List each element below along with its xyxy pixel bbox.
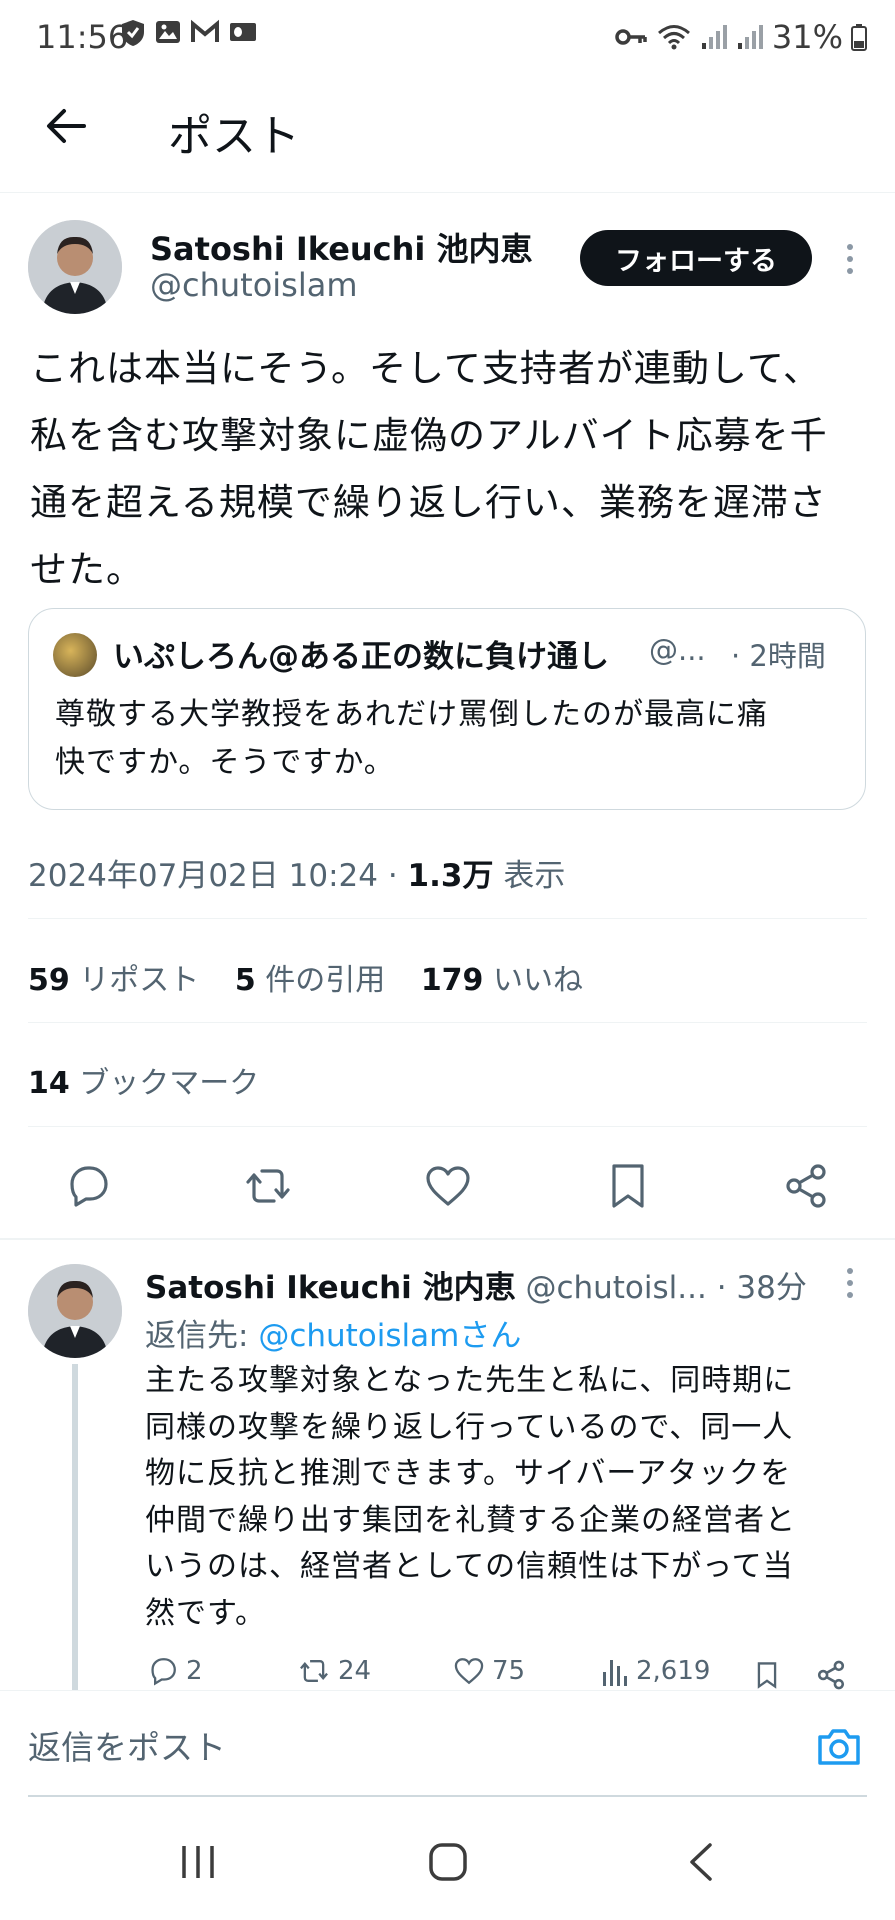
reply-author-name[interactable]: Satoshi Ikeuchi 池内恵 [145,1270,516,1306]
quoted-text-line: 尊敬する大学教授をあれだけ罵倒したのが最高に痛 [55,697,768,732]
system-nav-bar [0,1800,895,1920]
reply-views-button[interactable]: 2,619 [600,1654,710,1688]
post-text: これは本当にそう。そして支持者が連動して、 私を含む攻撃対象に虚偽のアルバイト応… [30,335,870,603]
quoted-post-card[interactable]: いぷしろん@ある正の数に負け通し @... · 2時間 尊敬する大学教授をあれだ… [28,608,866,810]
recent-apps-icon[interactable] [178,1844,218,1880]
reply-reposts-count: 24 [338,1656,372,1686]
bookmark-icon[interactable] [602,1160,654,1212]
reply-text-line: いうのは、経営者としての信頼性は下がって当 [145,1549,794,1584]
gmail-icon [191,19,219,42]
thread-line [72,1364,78,1690]
reply-text-line: 物に反抗と推測できます。サイバーアタックを [145,1456,792,1491]
avatar[interactable] [28,220,122,314]
reply-avatar[interactable] [28,1264,122,1358]
bookmarks-stat[interactable]: 14 ブックマーク [28,1058,259,1102]
outlook-icon [230,23,256,41]
reply-text-line: 同様の攻撃を繰り返し行っているので、同一人 [145,1409,794,1445]
quoted-time: · 2時間 [731,639,826,673]
share-icon[interactable] [780,1160,832,1212]
camera-icon[interactable] [816,1727,862,1767]
nav-back-icon[interactable] [686,1842,716,1882]
quotes-stat[interactable]: 5 件の引用 [235,963,385,998]
views-label: 表示 [503,858,566,894]
follow-button[interactable]: フォローする [580,230,812,286]
stats-divider [28,1022,867,1023]
post-text-line: せた。 [30,548,144,591]
quoted-avatar [53,633,97,677]
likes-label: いいね [492,963,583,998]
reply-more-icon[interactable] [845,1268,855,1298]
repost-icon[interactable] [242,1160,294,1212]
engagement-stats: 59 リポスト 5 件の引用 179 いいね [28,955,583,999]
status-system-icons: 31% [614,18,867,56]
bookmarks-count: 14 [28,1066,70,1101]
reply-time: · 38分 [716,1270,807,1306]
home-icon[interactable] [428,1842,468,1882]
header-divider [0,192,895,193]
replying-to-link[interactable]: @chutoislamさん [258,1318,521,1354]
wifi-icon [657,25,690,50]
quoted-text: 尊敬する大学教授をあれだけ罵倒したのが最高に痛 快ですか。そうですか。 [55,691,768,787]
back-arrow-icon[interactable] [44,106,88,146]
likes-stat[interactable]: 179 いいね [421,963,583,998]
signal-icon [701,25,727,49]
post-text-line: 私を含む攻撃対象に虚偽のアルバイト応募を千 [30,414,828,457]
quoted-text-line: 快ですか。そうですか。 [55,745,395,780]
reply-icon [151,1658,176,1686]
reply-replies-count: 2 [186,1656,203,1686]
author-handle[interactable]: @chutoislam [150,266,358,304]
bookmarks-divider [28,1126,867,1127]
post-text-line: これは本当にそう。そして支持者が連動して、 [30,347,821,390]
reply-views-count: 2,619 [636,1656,711,1686]
signal-icon-2 [737,25,763,49]
action-divider [0,1238,895,1240]
replying-to: 返信先: @chutoislamさん [145,1310,521,1355]
reply-like-button[interactable]: 75 [452,1654,525,1688]
reply-composer: 返信をポスト [0,1690,895,1801]
status-notification-icons [120,18,258,48]
replying-to-label: 返信先: [145,1318,249,1354]
like-icon[interactable] [422,1160,474,1212]
meta-divider [28,918,867,919]
reply-author-handle[interactable]: @chutoisl... [525,1270,706,1306]
views-count: 1.3万 [407,858,494,894]
like-icon [454,1658,484,1685]
reply-share-icon[interactable] [814,1658,848,1692]
more-icon[interactable] [845,244,855,274]
reply-input[interactable]: 返信をポスト [28,1721,226,1769]
post-text-line: 通を超える規模で繰り返し行い、業務を遅滞さ [30,481,827,524]
reposts-stat[interactable]: 59 リポスト [28,963,199,998]
battery-icon [851,24,867,51]
page-title: ポスト [168,111,300,162]
reply-reply-button[interactable]: 2 [146,1654,203,1688]
battery-percent: 31% [771,18,843,56]
gallery-icon [156,21,180,43]
reply-likes-count: 75 [492,1656,526,1686]
reposts-count: 59 [28,963,70,998]
vpn-key-icon [615,29,647,45]
bookmarks-label: ブックマーク [79,1066,260,1101]
views-icon [603,1660,627,1686]
status-time: 11:56 [36,18,129,56]
likes-count: 179 [420,963,484,998]
reply-text-line: 仲間で繰り出す集団を礼賛する企業の経営者と [145,1502,796,1538]
quotes-label: 件の引用 [265,963,386,998]
shield-icon [122,20,144,46]
reply-header: Satoshi Ikeuchi 池内恵 @chutoisl... · 38分 [145,1262,807,1307]
reply-text-line: 然です。 [145,1595,266,1631]
repost-icon [300,1660,328,1682]
reply-text: 主たる攻撃対象となった先生と私に、同時期に 同様の攻撃を繰り返し行っているので、… [145,1358,865,1637]
quotes-count: 5 [234,963,256,998]
quoted-author-name: いぷしろん@ある正の数に負け通し [113,639,609,675]
reply-bookmark-icon[interactable] [752,1658,782,1692]
reply-text-line: 主たる攻撃対象となった先生と私に、同時期に [145,1363,795,1398]
quoted-author-handle: @... [649,633,706,667]
reply-repost-button[interactable]: 24 [296,1654,371,1688]
composer-underline [28,1795,867,1797]
author-name[interactable]: Satoshi Ikeuchi 池内恵 [150,224,533,270]
post-timestamp: 2024年07月02日 10:24 · [28,858,398,894]
reposts-label: リポスト [79,963,200,998]
reply-icon[interactable] [62,1160,114,1212]
post-meta: 2024年07月02日 10:24 · 1.3万 表示 [28,850,565,895]
